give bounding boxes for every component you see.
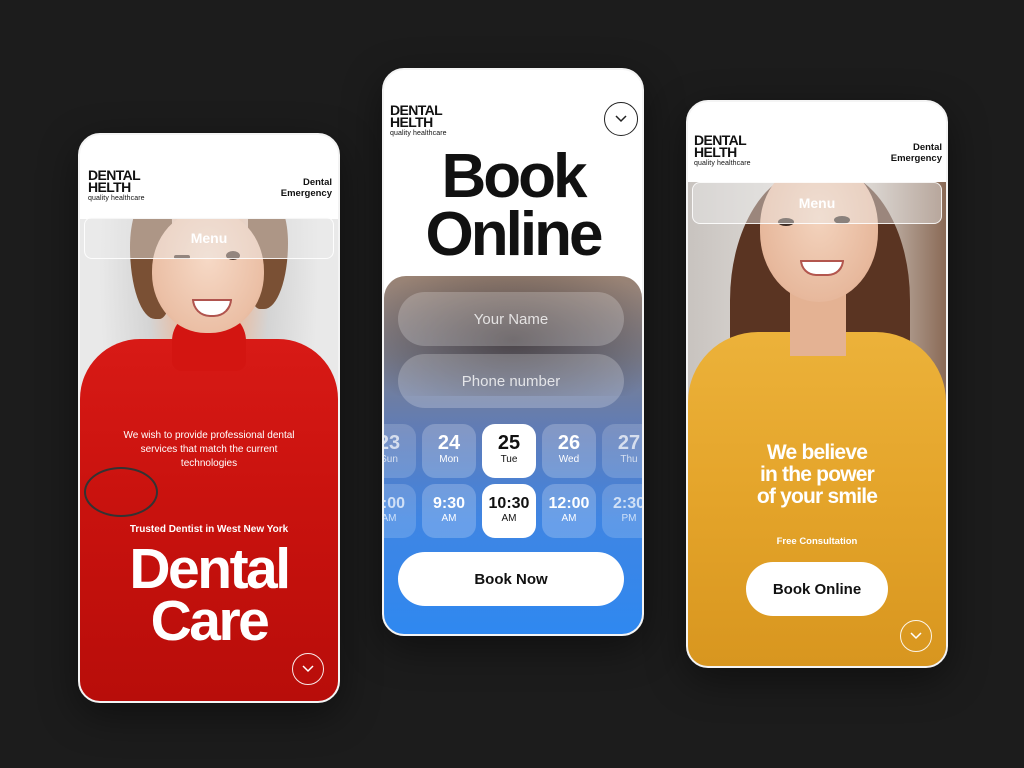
date-number: 26 xyxy=(557,432,581,454)
book-now-label: Book Now xyxy=(474,570,548,588)
hero-title-line1: Dental xyxy=(129,537,291,601)
date-number: 25 xyxy=(497,432,521,454)
brand-tagline: quality healthcare xyxy=(390,130,447,137)
brand-tagline: quality healthcare xyxy=(88,195,145,202)
date-day: Wed xyxy=(558,454,580,465)
time-value: 9:30 xyxy=(432,495,466,512)
time-value: 12:00 xyxy=(548,495,590,512)
emergency-line1: Dental xyxy=(302,177,332,188)
date-day: Sun xyxy=(384,454,398,465)
brand-logo[interactable]: DENTAL HELTH quality healthcare xyxy=(88,168,145,203)
brand-tagline: quality healthcare xyxy=(694,160,751,167)
brand-logo[interactable]: DENTAL HELTH quality healthcare xyxy=(390,103,447,138)
date-day: Mon xyxy=(439,454,459,465)
emergency-line1: Dental xyxy=(912,142,942,153)
book-online-button[interactable]: Book Online xyxy=(746,562,888,616)
time-period: AM xyxy=(441,513,457,524)
time-value: 2:30 xyxy=(612,495,642,512)
hero-title-line2: Care xyxy=(150,589,270,653)
date-slot[interactable]: 23 Sun xyxy=(384,424,416,478)
phone-book-online: DENTAL HELTH quality healthcare Book Onl… xyxy=(382,68,644,636)
hero-title: We believe in the power of your smile xyxy=(688,442,946,508)
phone-dental-care: DENTAL HELTH quality healthcare Dental E… xyxy=(78,133,340,703)
phone-input[interactable]: Phone number xyxy=(398,354,624,408)
emergency-line2: Emergency xyxy=(890,153,942,164)
time-value: 9:00 xyxy=(384,495,406,512)
phone-smile: DENTAL HELTH quality healthcare Dental E… xyxy=(686,100,948,668)
time-slot[interactable]: 2:30 PM xyxy=(602,484,642,538)
time-slot[interactable]: 12:00 AM xyxy=(542,484,596,538)
time-value: 10:30 xyxy=(488,495,530,512)
trusted-text: Trusted Dentist in West New York xyxy=(129,524,289,535)
time-period: AM xyxy=(561,513,577,524)
date-number: 24 xyxy=(437,432,461,454)
brand-logo[interactable]: DENTAL HELTH quality healthcare xyxy=(694,133,751,168)
intro-text: We wish to provide professional dental s… xyxy=(123,430,295,469)
date-slot[interactable]: 26 Wed xyxy=(542,424,596,478)
hero-title: Dental Care xyxy=(80,537,338,653)
date-day: Tue xyxy=(500,454,518,465)
time-slot-selected[interactable]: 10:30 AM xyxy=(482,484,536,538)
scroll-down-button[interactable] xyxy=(900,620,932,652)
dental-emergency-link[interactable]: Dental Emergency xyxy=(281,177,332,199)
chevron-down-icon xyxy=(615,115,627,123)
time-slot[interactable]: 9:00 AM xyxy=(384,484,416,538)
page-title: Book Online xyxy=(384,142,642,269)
page-title-line1: Book xyxy=(441,142,588,211)
scroll-down-button[interactable] xyxy=(604,102,638,136)
free-consultation-text: Free Consultation xyxy=(776,536,858,547)
time-period: AM xyxy=(384,513,397,524)
dental-emergency-link[interactable]: Dental Emergency xyxy=(891,142,942,164)
time-slot[interactable]: 9:30 AM xyxy=(422,484,476,538)
name-input[interactable]: Your Name xyxy=(398,292,624,346)
book-online-label: Book Online xyxy=(772,580,862,598)
date-number: 27 xyxy=(617,432,641,454)
menu-button[interactable]: Menu xyxy=(692,182,942,224)
date-slot-selected[interactable]: 25 Tue xyxy=(482,424,536,478)
chevron-down-icon xyxy=(910,632,922,640)
book-now-button[interactable]: Book Now xyxy=(398,552,624,606)
date-slot[interactable]: 24 Mon xyxy=(422,424,476,478)
name-placeholder: Your Name xyxy=(473,310,549,328)
time-period: AM xyxy=(501,513,517,524)
hero-title-line1: We believe xyxy=(766,441,868,464)
time-period: PM xyxy=(621,513,637,524)
date-number: 23 xyxy=(384,432,401,454)
emergency-line2: Emergency xyxy=(280,188,332,199)
hero-title-line2: in the power xyxy=(759,463,875,486)
glasses xyxy=(84,467,158,517)
phone-placeholder: Phone number xyxy=(461,372,561,390)
menu-button[interactable]: Menu xyxy=(84,217,334,259)
chevron-down-icon xyxy=(302,665,314,673)
scroll-down-button[interactable] xyxy=(292,653,324,685)
date-day: Thu xyxy=(620,454,638,465)
menu-label: Menu xyxy=(190,230,228,246)
menu-label: Menu xyxy=(798,195,836,211)
date-slot[interactable]: 27 Thu xyxy=(602,424,642,478)
page-title-line2: Online xyxy=(425,200,604,269)
hero-title-line3: of your smile xyxy=(756,485,878,508)
